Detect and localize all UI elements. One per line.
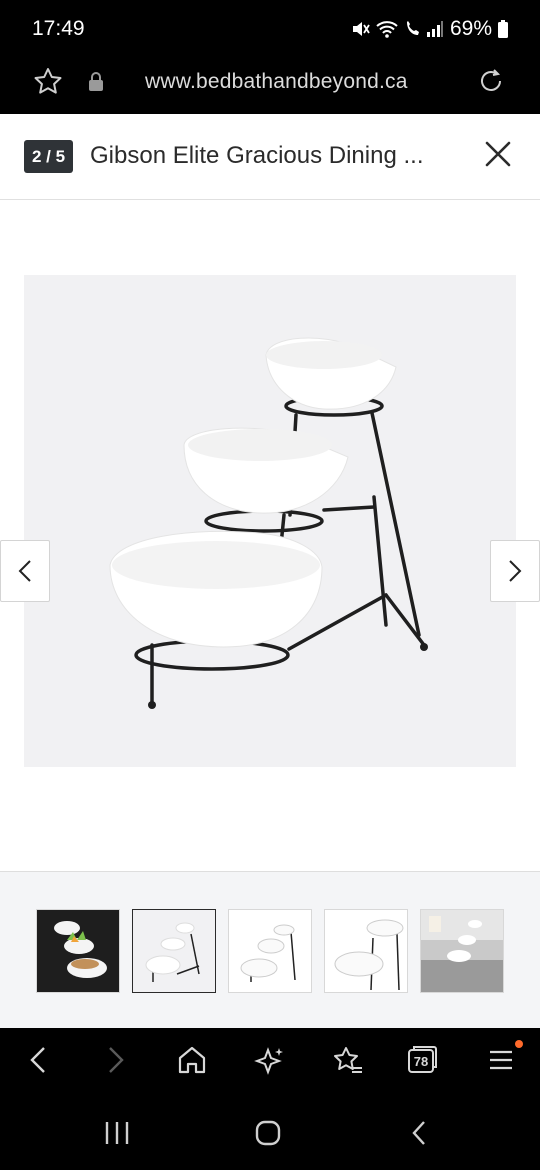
status-time: 17:49 xyxy=(32,17,85,40)
bookmarks-icon[interactable] xyxy=(330,1042,364,1078)
url-bar: www.bedbathandbeyond.ca xyxy=(0,56,540,114)
tiered-bowls-front-thumbnail xyxy=(229,910,311,992)
mute-icon xyxy=(352,22,370,36)
thumbnail-4[interactable] xyxy=(324,909,408,993)
tabs-button[interactable]: 78 xyxy=(406,1042,438,1076)
signal-icon xyxy=(426,21,443,37)
close-icon[interactable] xyxy=(480,136,516,172)
thumbnail-strip xyxy=(0,871,540,1028)
gallery-page: 2 / 5 Gibson Elite Gracious Dining ... xyxy=(0,114,540,1028)
chevron-right-icon xyxy=(509,560,522,582)
bookmark-star-icon[interactable] xyxy=(32,66,64,98)
bowls-closeup-thumbnail xyxy=(325,910,407,992)
home-button-icon[interactable] xyxy=(254,1118,282,1148)
back-icon[interactable] xyxy=(26,1042,50,1078)
lock-icon xyxy=(89,72,103,91)
tab-count: 78 xyxy=(413,1054,429,1069)
notification-dot xyxy=(515,1040,523,1048)
product-title: Gibson Elite Gracious Dining ... xyxy=(90,142,424,169)
thumbnail-2[interactable] xyxy=(132,909,216,993)
tiered-bowls-thumbnail xyxy=(133,910,215,992)
battery-icon xyxy=(498,20,508,38)
battery-percent: 69% xyxy=(449,17,492,40)
gallery-header: 2 / 5 Gibson Elite Gracious Dining ... xyxy=(0,114,540,200)
sparkle-icon[interactable] xyxy=(254,1042,286,1078)
system-navigation xyxy=(0,1096,540,1170)
thumbnail-1[interactable] xyxy=(36,909,120,993)
next-image-button[interactable] xyxy=(490,540,540,602)
bowls-with-food-thumbnail xyxy=(37,910,119,992)
call-icon xyxy=(406,21,419,35)
image-counter: 2 / 5 xyxy=(24,140,74,173)
menu-icon[interactable] xyxy=(488,1042,514,1078)
url-text[interactable]: www.bedbathandbeyond.ca xyxy=(145,70,408,94)
tiered-bowls-illustration xyxy=(109,337,428,709)
thumbnail-3[interactable] xyxy=(228,909,312,993)
recent-apps-icon[interactable] xyxy=(104,1118,130,1148)
previous-image-button[interactable] xyxy=(0,540,50,602)
system-back-icon[interactable] xyxy=(408,1118,430,1148)
browser-toolbar: 78 xyxy=(0,1028,540,1096)
chevron-left-icon xyxy=(18,560,31,582)
forward-icon[interactable] xyxy=(104,1042,128,1078)
thumbnail-5[interactable] xyxy=(420,909,504,993)
main-product-image xyxy=(24,275,516,767)
bowls-on-table-thumbnail xyxy=(421,910,503,992)
reload-icon[interactable] xyxy=(476,66,506,96)
home-icon[interactable] xyxy=(176,1042,208,1078)
status-bar: 17:49 69% xyxy=(0,0,540,56)
status-icons: 69% xyxy=(350,17,508,41)
wifi-icon xyxy=(376,21,398,38)
